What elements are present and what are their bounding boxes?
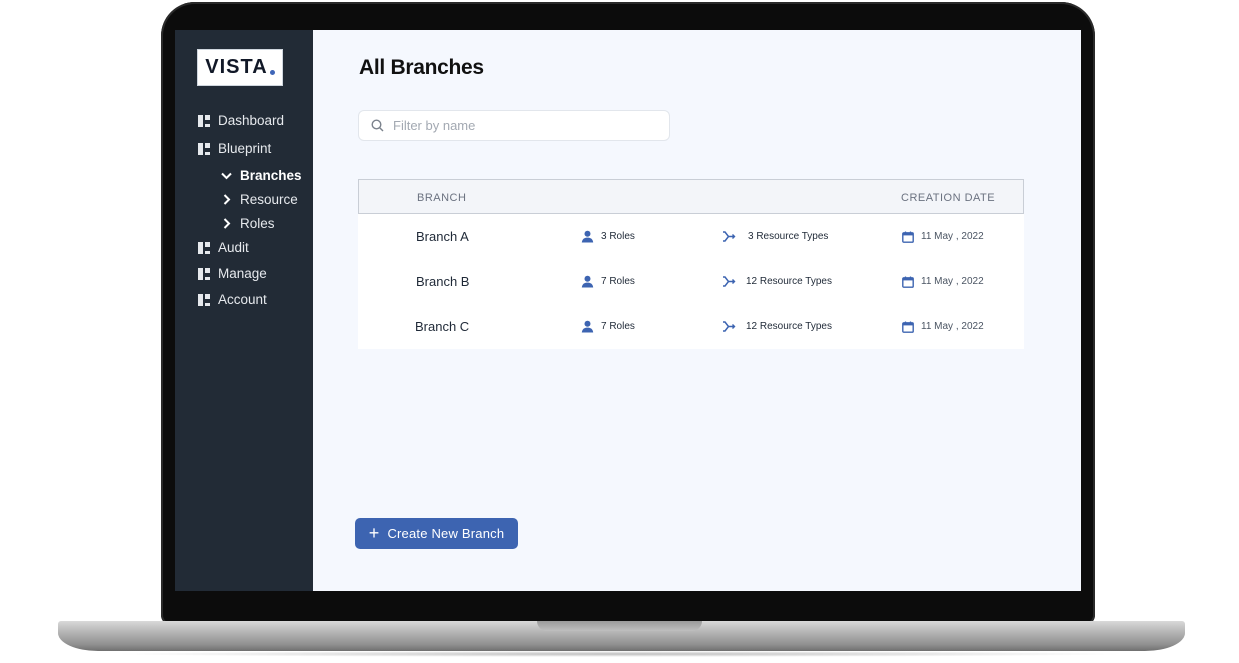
grid-icon <box>198 293 210 306</box>
chevron-right-icon <box>221 218 232 229</box>
sidebar: VISTA Dashboard Blueprint Branches Resou… <box>175 30 313 591</box>
sidebar-item-label: Manage <box>218 266 267 281</box>
chevron-right-icon <box>221 194 232 205</box>
branches-table: BRANCH CREATION DATE Branch A 3 Roles 3 … <box>358 179 1024 349</box>
plus-icon: + <box>368 522 380 543</box>
resource-flow-icon <box>723 321 736 332</box>
column-header-creation-date[interactable]: CREATION DATE <box>901 192 995 204</box>
resource-flow-icon <box>723 276 736 287</box>
sidebar-subitem-label: Resource <box>240 192 298 207</box>
sidebar-subitem-resource[interactable]: Resource <box>221 192 298 207</box>
user-icon <box>581 275 594 288</box>
sidebar-subitem-roles[interactable]: Roles <box>221 216 275 231</box>
table-row[interactable]: Branch A 3 Roles 3 Resource Types 11 May… <box>358 214 1024 259</box>
sidebar-subitem-branches[interactable]: Branches <box>221 168 302 183</box>
grid-icon <box>198 114 210 127</box>
laptop-shadow <box>110 651 1130 657</box>
branch-name[interactable]: Branch A <box>416 229 469 244</box>
resource-flow-icon <box>723 231 736 242</box>
table-body: Branch A 3 Roles 3 Resource Types 11 May… <box>358 214 1024 349</box>
sidebar-item-blueprint[interactable]: Blueprint <box>198 141 271 156</box>
vista-logo[interactable]: VISTA <box>197 49 283 86</box>
grid-icon <box>198 267 210 280</box>
sidebar-item-label: Audit <box>218 240 249 255</box>
calendar-icon <box>902 231 914 243</box>
calendar-icon <box>902 321 914 333</box>
user-icon <box>581 320 594 333</box>
sidebar-item-label: Blueprint <box>218 141 272 156</box>
sidebar-item-account[interactable]: Account <box>198 292 267 307</box>
chevron-down-icon <box>221 170 232 181</box>
table-row[interactable]: Branch C 7 Roles 12 Resource Types 11 Ma… <box>358 304 1024 349</box>
sidebar-subitem-label: Roles <box>240 216 275 231</box>
user-icon <box>581 230 594 243</box>
creation-date: 11 May , 2022 <box>921 276 984 287</box>
create-button-label: Create New Branch <box>387 526 505 541</box>
grid-icon <box>198 241 210 254</box>
creation-date: 11 May , 2022 <box>921 321 984 332</box>
creation-date: 11 May , 2022 <box>921 231 984 242</box>
search-icon <box>371 119 384 132</box>
sidebar-item-dashboard[interactable]: Dashboard <box>198 113 284 128</box>
table-header: BRANCH CREATION DATE <box>358 179 1024 214</box>
sidebar-item-label: Account <box>218 292 267 307</box>
search-input[interactable] <box>391 117 655 134</box>
main-content: All Branches BRANCH CREATION DATE Branch… <box>313 30 1081 591</box>
roles-count: 7 Roles <box>601 276 635 287</box>
calendar-icon <box>902 276 914 288</box>
sidebar-item-label: Dashboard <box>218 113 285 128</box>
app-screen: VISTA Dashboard Blueprint Branches Resou… <box>175 30 1081 591</box>
branch-name[interactable]: Branch C <box>415 319 469 334</box>
roles-count: 7 Roles <box>601 321 635 332</box>
resource-types-count: 3 Resource Types <box>748 231 829 242</box>
logo-text: VISTA <box>205 56 268 78</box>
sidebar-subitem-label: Branches <box>240 168 302 183</box>
page-title: All Branches <box>359 56 484 79</box>
search-box[interactable] <box>358 110 670 141</box>
laptop-notch <box>537 621 702 631</box>
sidebar-item-audit[interactable]: Audit <box>198 240 249 255</box>
logo-dot <box>269 70 275 75</box>
branch-name[interactable]: Branch B <box>416 274 469 289</box>
resource-types-count: 12 Resource Types <box>746 276 832 287</box>
table-row[interactable]: Branch B 7 Roles 12 Resource Types 11 Ma… <box>358 259 1024 304</box>
create-new-branch-button[interactable]: + Create New Branch <box>355 518 518 549</box>
grid-icon <box>198 142 210 155</box>
resource-types-count: 12 Resource Types <box>746 321 832 332</box>
roles-count: 3 Roles <box>601 231 635 242</box>
column-header-branch[interactable]: BRANCH <box>417 192 466 204</box>
sidebar-item-manage[interactable]: Manage <box>198 266 267 281</box>
